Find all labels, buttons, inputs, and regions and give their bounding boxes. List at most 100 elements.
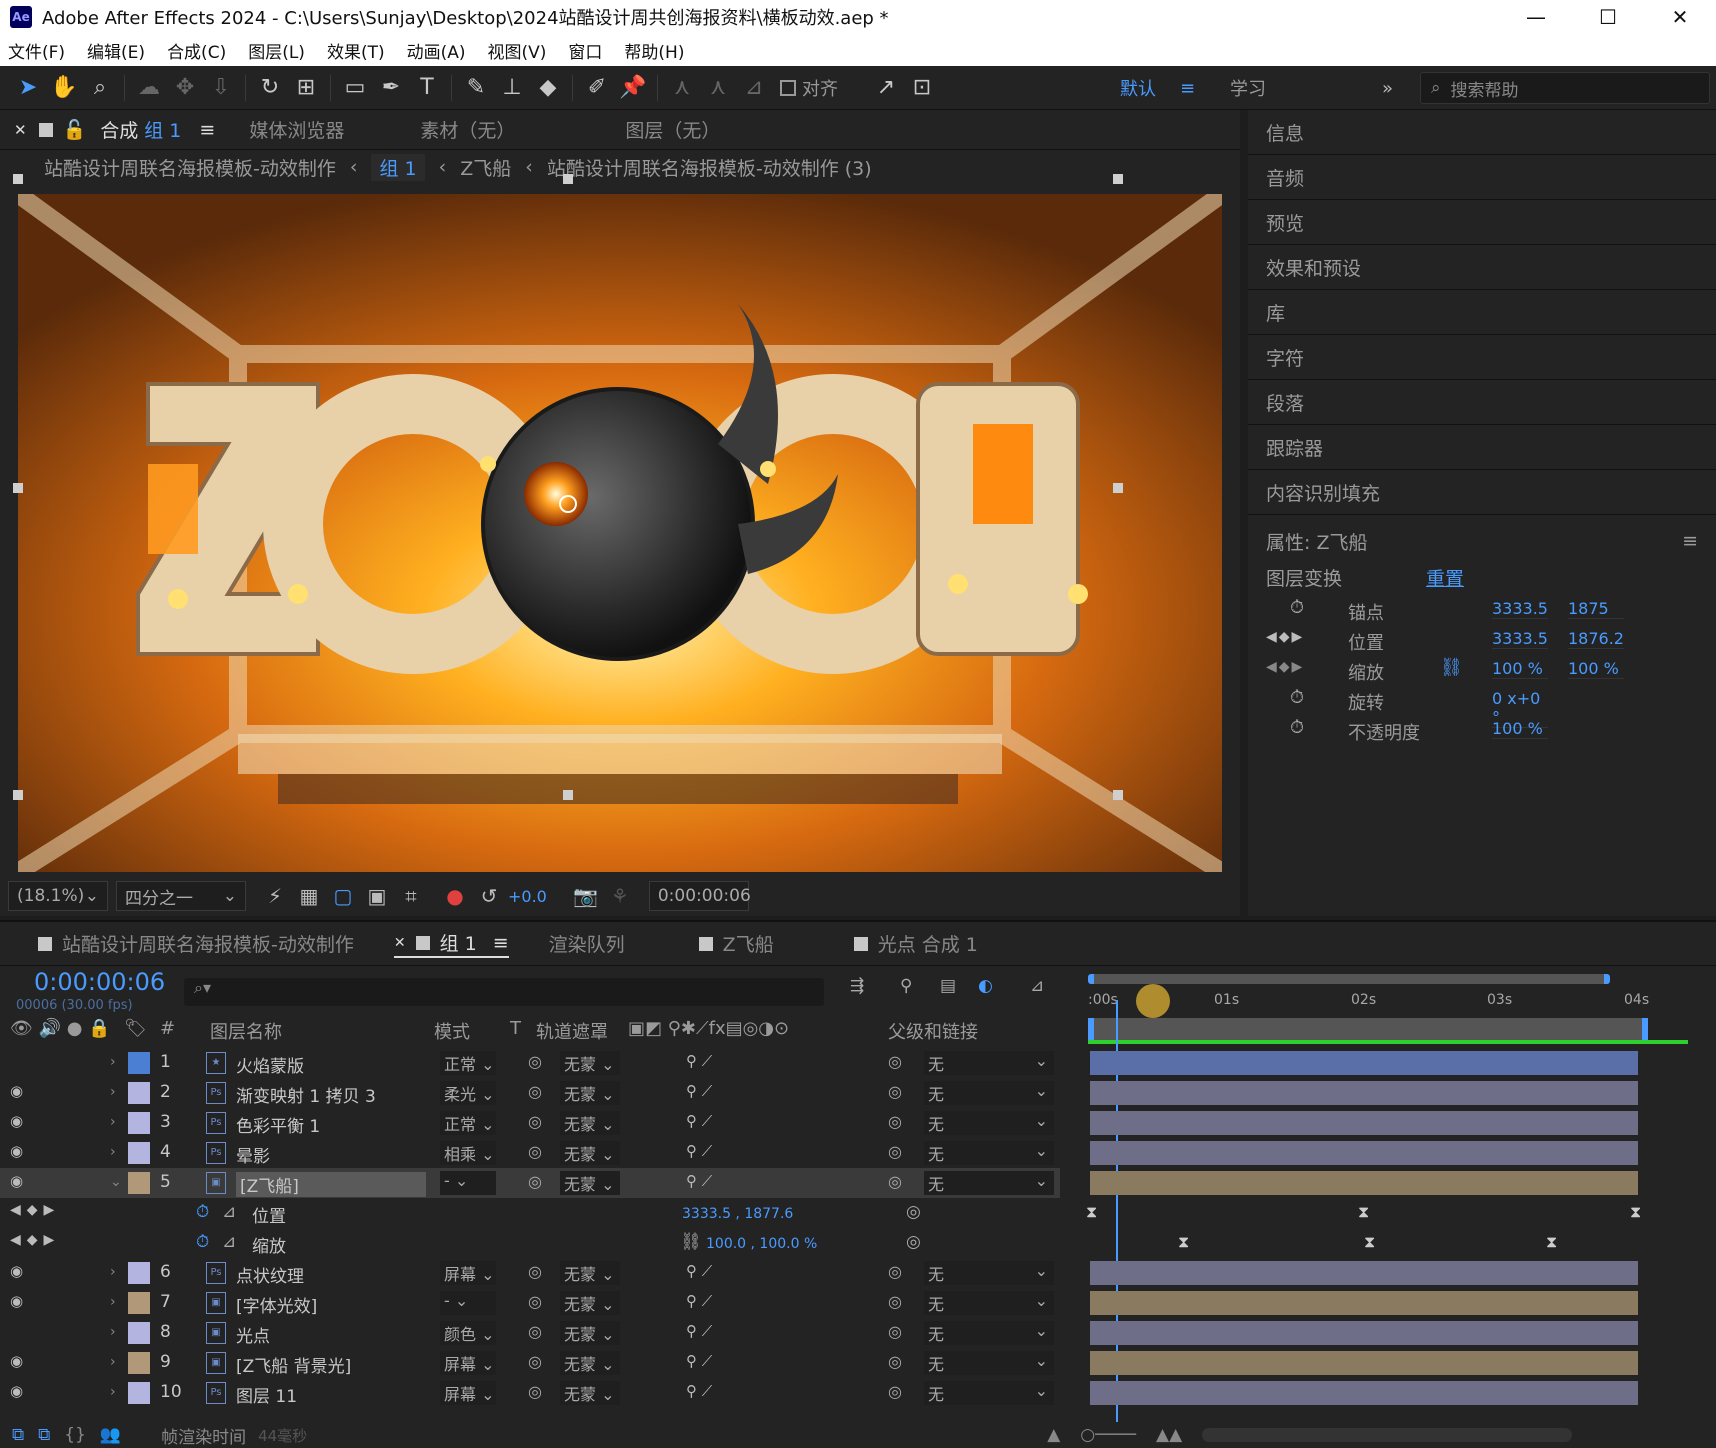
work-area-bar[interactable]: [1088, 974, 1610, 984]
tab-composition[interactable]: ✕ 🔓 合成 组 1 ≡: [14, 116, 215, 143]
close-button[interactable]: ✕: [1644, 0, 1716, 34]
track-matte-dropdown[interactable]: 无蒙 ⌄: [560, 1351, 620, 1375]
transform-handle[interactable]: [563, 174, 573, 184]
layer-name[interactable]: 色彩平衡 1: [236, 1112, 320, 1137]
prop-value-y[interactable]: 100 %: [1568, 659, 1624, 679]
menu-window[interactable]: 窗口: [568, 38, 602, 63]
breadcrumb-item-active[interactable]: 组 1: [371, 153, 425, 181]
expand-chevron-icon[interactable]: ›: [110, 1054, 116, 1070]
magnification-dropdown[interactable]: (18.1%) ⌄: [8, 881, 108, 911]
layer-name[interactable]: [Z飞船 背景光]: [236, 1352, 351, 1377]
snap-checkbox[interactable]: [780, 79, 796, 96]
prop-value[interactable]: 100 %: [1492, 719, 1548, 739]
pan-camera-icon[interactable]: ✥: [167, 70, 203, 106]
show-snapshot-icon[interactable]: ⚘: [605, 881, 635, 911]
tab-timeline-comp[interactable]: ✕ 组 1 ≡: [393, 929, 509, 958]
axis-local-icon[interactable]: ⋏: [664, 70, 700, 106]
lock-icon[interactable]: 🔓: [63, 118, 87, 141]
minimize-button[interactable]: —: [1500, 0, 1572, 34]
expand-chevron-icon[interactable]: ›: [110, 1384, 116, 1400]
tab-timeline-comp[interactable]: Z飞船: [698, 930, 774, 957]
panel-character[interactable]: 字符: [1248, 335, 1716, 380]
parent-pickwhip-icon[interactable]: ◎: [888, 1322, 902, 1341]
parent-dropdown[interactable]: 无 ⌄: [924, 1381, 1054, 1405]
layer-duration-bar[interactable]: [1090, 1291, 1638, 1315]
parent-dropdown[interactable]: 无 ⌄: [924, 1171, 1054, 1195]
menu-edit[interactable]: 编辑(E): [87, 38, 145, 63]
label-color-swatch[interactable]: [128, 1112, 150, 1134]
layer-switches[interactable]: ⚲ ⟋: [686, 1112, 712, 1130]
parent-dropdown[interactable]: 无 ⌄: [924, 1321, 1054, 1345]
composition-viewer[interactable]: [18, 194, 1222, 872]
viewer-timecode[interactable]: 0:00:00:06: [648, 881, 751, 911]
layer-switches[interactable]: ⚲ ⟋: [686, 1382, 712, 1400]
work-area-range[interactable]: [1088, 1018, 1648, 1040]
label-color-swatch[interactable]: [128, 1352, 150, 1374]
panel-effects-presets[interactable]: 效果和预设: [1248, 245, 1716, 290]
reset-link[interactable]: 重置: [1426, 564, 1464, 591]
label-color-swatch[interactable]: [128, 1172, 150, 1194]
track-matte-pickwhip-icon[interactable]: ◎: [528, 1322, 542, 1341]
comp-mini-flowchart-icon[interactable]: ⇶: [850, 976, 864, 996]
track-matte-pickwhip-icon[interactable]: ◎: [528, 1382, 542, 1401]
layer-switches[interactable]: ⚲ ⟋: [686, 1322, 712, 1340]
layer-row[interactable]: ◉ › 10 Ps 图层 11 屏幕 ⌄ ◎ 无蒙 ⌄ ⚲ ⟋ ◎ 无 ⌄: [0, 1378, 1060, 1408]
expression-pickwhip-icon[interactable]: ◎: [906, 1232, 921, 1252]
prop-value-x[interactable]: 3333.5: [1492, 629, 1548, 649]
breadcrumb-item[interactable]: Z飞船: [460, 154, 511, 181]
menu-effect[interactable]: 效果(T): [327, 38, 385, 63]
selection-tool-icon[interactable]: ➤: [10, 70, 46, 106]
tab-layer[interactable]: 图层（无）: [625, 116, 720, 143]
visibility-eye-icon[interactable]: ◉: [10, 1292, 23, 1310]
layer-duration-bar[interactable]: [1090, 1111, 1638, 1135]
pen-tool-icon[interactable]: ✒: [373, 70, 409, 106]
track-matte-pickwhip-icon[interactable]: ◎: [528, 1352, 542, 1371]
stopwatch-icon[interactable]: ⏱: [1290, 597, 1304, 618]
frame-blending-icon[interactable]: ▤: [940, 976, 956, 996]
menu-layer[interactable]: 图层(L): [248, 38, 305, 63]
parent-pickwhip-icon[interactable]: ◎: [888, 1172, 902, 1191]
label-color-swatch[interactable]: [128, 1052, 150, 1074]
rotate-tool-icon[interactable]: ↻: [252, 70, 288, 106]
expand-chevron-icon[interactable]: ›: [110, 1354, 116, 1370]
grid-guides-icon[interactable]: ⌗: [396, 881, 426, 911]
layer-switches[interactable]: ⚲ ⟋: [686, 1142, 712, 1160]
keyframe-nav-icon[interactable]: ◀◆▶: [1266, 629, 1304, 645]
parent-pickwhip-icon[interactable]: ◎: [888, 1142, 902, 1161]
keyframe-nav-icon[interactable]: ◀◆▶: [1266, 659, 1304, 675]
parent-pickwhip-icon[interactable]: ◎: [888, 1382, 902, 1401]
tab-timeline-comp[interactable]: 站酷设计周联名海报模板-动效制作: [38, 930, 354, 957]
blend-mode-dropdown[interactable]: 相乘 ⌄: [440, 1141, 496, 1165]
layer-name[interactable]: [Z飞船]: [236, 1172, 426, 1197]
expand-chevron-icon[interactable]: ›: [110, 1324, 116, 1340]
layer-row[interactable]: › 8 ▣ 光点 颜色 ⌄ ◎ 无蒙 ⌄ ⚲ ⟋ ◎ 无 ⌄: [0, 1318, 1060, 1348]
stopwatch-icon[interactable]: ⏱: [196, 1232, 209, 1252]
blend-mode-dropdown[interactable]: 正常 ⌄: [440, 1111, 496, 1135]
layer-name[interactable]: 火焰蒙版: [236, 1052, 304, 1077]
prop-value-y[interactable]: 1875: [1568, 599, 1624, 619]
layer-duration-bar[interactable]: [1090, 1321, 1638, 1345]
current-time-display[interactable]: 0:00:00:06: [34, 968, 165, 996]
visibility-eye-icon[interactable]: ◉: [10, 1382, 23, 1400]
resolution-dropdown[interactable]: 四分之一 ⌄: [116, 881, 246, 911]
snap-toggle[interactable]: 对齐: [780, 75, 838, 101]
keyframe-marker[interactable]: ⧗: [1630, 1202, 1641, 1222]
keyframe-marker[interactable]: ⧗: [1086, 1202, 1097, 1222]
layer-duration-bar[interactable]: [1090, 1051, 1638, 1075]
tab-footage[interactable]: 素材（无）: [420, 116, 515, 143]
maximize-button[interactable]: ☐: [1572, 0, 1644, 34]
prop-value-x[interactable]: 100 %: [1492, 659, 1548, 679]
expand-chevron-icon[interactable]: ›: [110, 1294, 116, 1310]
axis-world-icon[interactable]: ⋏: [700, 70, 736, 106]
parent-pickwhip-icon[interactable]: ◎: [888, 1082, 902, 1101]
puppet-pin-tool-icon[interactable]: 📌: [615, 70, 651, 106]
exposure-value[interactable]: +0.0: [508, 887, 547, 906]
col-layer-name[interactable]: 图层名称: [210, 1018, 282, 1044]
parent-dropdown[interactable]: 无 ⌄: [924, 1261, 1054, 1285]
parent-pickwhip-icon[interactable]: ◎: [888, 1052, 902, 1071]
stopwatch-icon[interactable]: ⏱: [1290, 717, 1304, 738]
keyframe-marker[interactable]: ⧗: [1546, 1232, 1557, 1252]
parent-dropdown[interactable]: 无 ⌄: [924, 1141, 1054, 1165]
reset-exposure-icon[interactable]: ↺: [474, 881, 504, 911]
tab-render-queue[interactable]: 渲染队列: [549, 930, 625, 957]
